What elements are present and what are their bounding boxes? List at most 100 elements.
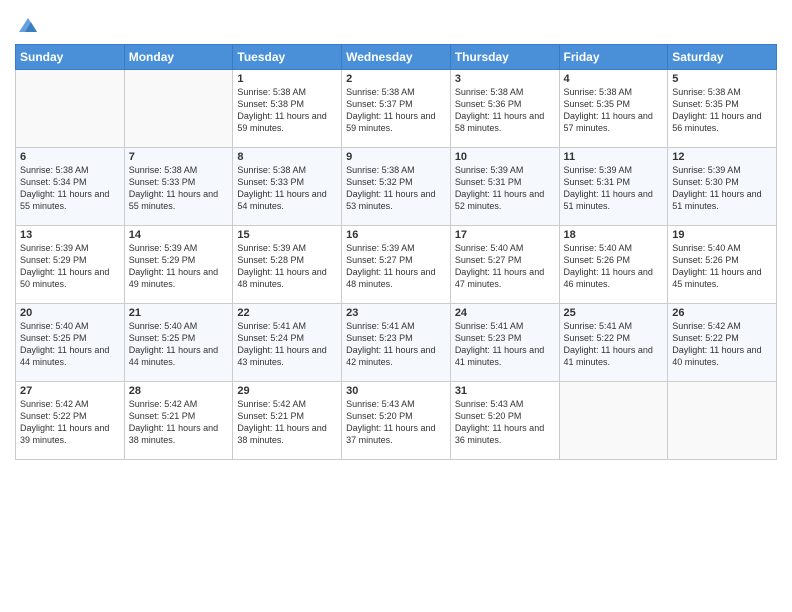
header-cell-wednesday: Wednesday [342, 45, 451, 70]
calendar-cell [16, 70, 125, 148]
header-row: SundayMondayTuesdayWednesdayThursdayFrid… [16, 45, 777, 70]
day-number: 4 [564, 73, 664, 85]
calendar-cell: 15Sunrise: 5:39 AM Sunset: 5:28 PM Dayli… [233, 226, 342, 304]
day-number: 30 [346, 385, 446, 397]
calendar-cell: 3Sunrise: 5:38 AM Sunset: 5:36 PM Daylig… [450, 70, 559, 148]
day-number: 31 [455, 385, 555, 397]
cell-info: Sunrise: 5:38 AM Sunset: 5:33 PM Dayligh… [237, 164, 337, 213]
calendar-cell: 6Sunrise: 5:38 AM Sunset: 5:34 PM Daylig… [16, 148, 125, 226]
day-number: 6 [20, 151, 120, 163]
cell-info: Sunrise: 5:41 AM Sunset: 5:22 PM Dayligh… [564, 320, 664, 369]
calendar-cell: 8Sunrise: 5:38 AM Sunset: 5:33 PM Daylig… [233, 148, 342, 226]
day-number: 26 [672, 307, 772, 319]
calendar-cell: 22Sunrise: 5:41 AM Sunset: 5:24 PM Dayli… [233, 304, 342, 382]
day-number: 7 [129, 151, 229, 163]
cell-info: Sunrise: 5:39 AM Sunset: 5:31 PM Dayligh… [564, 164, 664, 213]
day-number: 23 [346, 307, 446, 319]
week-row-5: 27Sunrise: 5:42 AM Sunset: 5:22 PM Dayli… [16, 382, 777, 460]
calendar-cell: 4Sunrise: 5:38 AM Sunset: 5:35 PM Daylig… [559, 70, 668, 148]
day-number: 11 [564, 151, 664, 163]
calendar-cell: 24Sunrise: 5:41 AM Sunset: 5:23 PM Dayli… [450, 304, 559, 382]
week-row-4: 20Sunrise: 5:40 AM Sunset: 5:25 PM Dayli… [16, 304, 777, 382]
cell-info: Sunrise: 5:41 AM Sunset: 5:24 PM Dayligh… [237, 320, 337, 369]
cell-info: Sunrise: 5:39 AM Sunset: 5:27 PM Dayligh… [346, 242, 446, 291]
cell-info: Sunrise: 5:43 AM Sunset: 5:20 PM Dayligh… [455, 398, 555, 447]
cell-info: Sunrise: 5:42 AM Sunset: 5:21 PM Dayligh… [129, 398, 229, 447]
calendar-cell: 7Sunrise: 5:38 AM Sunset: 5:33 PM Daylig… [124, 148, 233, 226]
day-number: 13 [20, 229, 120, 241]
cell-info: Sunrise: 5:38 AM Sunset: 5:37 PM Dayligh… [346, 86, 446, 135]
calendar-cell: 10Sunrise: 5:39 AM Sunset: 5:31 PM Dayli… [450, 148, 559, 226]
calendar-cell: 11Sunrise: 5:39 AM Sunset: 5:31 PM Dayli… [559, 148, 668, 226]
logo [15, 14, 39, 36]
calendar-cell: 13Sunrise: 5:39 AM Sunset: 5:29 PM Dayli… [16, 226, 125, 304]
day-number: 16 [346, 229, 446, 241]
day-number: 9 [346, 151, 446, 163]
day-number: 18 [564, 229, 664, 241]
cell-info: Sunrise: 5:39 AM Sunset: 5:29 PM Dayligh… [129, 242, 229, 291]
cell-info: Sunrise: 5:38 AM Sunset: 5:32 PM Dayligh… [346, 164, 446, 213]
cell-info: Sunrise: 5:38 AM Sunset: 5:35 PM Dayligh… [564, 86, 664, 135]
cell-info: Sunrise: 5:42 AM Sunset: 5:22 PM Dayligh… [20, 398, 120, 447]
header-cell-thursday: Thursday [450, 45, 559, 70]
cell-info: Sunrise: 5:38 AM Sunset: 5:35 PM Dayligh… [672, 86, 772, 135]
calendar-cell: 2Sunrise: 5:38 AM Sunset: 5:37 PM Daylig… [342, 70, 451, 148]
cell-info: Sunrise: 5:38 AM Sunset: 5:36 PM Dayligh… [455, 86, 555, 135]
calendar-cell: 18Sunrise: 5:40 AM Sunset: 5:26 PM Dayli… [559, 226, 668, 304]
calendar-cell: 17Sunrise: 5:40 AM Sunset: 5:27 PM Dayli… [450, 226, 559, 304]
cell-info: Sunrise: 5:39 AM Sunset: 5:29 PM Dayligh… [20, 242, 120, 291]
header-cell-monday: Monday [124, 45, 233, 70]
cell-info: Sunrise: 5:41 AM Sunset: 5:23 PM Dayligh… [346, 320, 446, 369]
day-number: 29 [237, 385, 337, 397]
calendar-cell: 28Sunrise: 5:42 AM Sunset: 5:21 PM Dayli… [124, 382, 233, 460]
calendar-cell: 29Sunrise: 5:42 AM Sunset: 5:21 PM Dayli… [233, 382, 342, 460]
cell-info: Sunrise: 5:39 AM Sunset: 5:30 PM Dayligh… [672, 164, 772, 213]
day-number: 28 [129, 385, 229, 397]
calendar-cell: 27Sunrise: 5:42 AM Sunset: 5:22 PM Dayli… [16, 382, 125, 460]
day-number: 12 [672, 151, 772, 163]
calendar-cell [124, 70, 233, 148]
header-cell-sunday: Sunday [16, 45, 125, 70]
calendar-cell: 31Sunrise: 5:43 AM Sunset: 5:20 PM Dayli… [450, 382, 559, 460]
calendar-table: SundayMondayTuesdayWednesdayThursdayFrid… [15, 44, 777, 460]
day-number: 2 [346, 73, 446, 85]
header-cell-tuesday: Tuesday [233, 45, 342, 70]
day-number: 14 [129, 229, 229, 241]
day-number: 17 [455, 229, 555, 241]
calendar-cell [559, 382, 668, 460]
logo-icon [17, 14, 39, 36]
cell-info: Sunrise: 5:40 AM Sunset: 5:25 PM Dayligh… [20, 320, 120, 369]
cell-info: Sunrise: 5:39 AM Sunset: 5:31 PM Dayligh… [455, 164, 555, 213]
cell-info: Sunrise: 5:41 AM Sunset: 5:23 PM Dayligh… [455, 320, 555, 369]
cell-info: Sunrise: 5:38 AM Sunset: 5:33 PM Dayligh… [129, 164, 229, 213]
day-number: 15 [237, 229, 337, 241]
day-number: 21 [129, 307, 229, 319]
header [15, 10, 777, 36]
cell-info: Sunrise: 5:40 AM Sunset: 5:27 PM Dayligh… [455, 242, 555, 291]
calendar-cell: 9Sunrise: 5:38 AM Sunset: 5:32 PM Daylig… [342, 148, 451, 226]
day-number: 10 [455, 151, 555, 163]
calendar-cell [668, 382, 777, 460]
day-number: 19 [672, 229, 772, 241]
day-number: 25 [564, 307, 664, 319]
day-number: 24 [455, 307, 555, 319]
calendar-cell: 30Sunrise: 5:43 AM Sunset: 5:20 PM Dayli… [342, 382, 451, 460]
cell-info: Sunrise: 5:40 AM Sunset: 5:26 PM Dayligh… [564, 242, 664, 291]
cell-info: Sunrise: 5:42 AM Sunset: 5:21 PM Dayligh… [237, 398, 337, 447]
calendar-cell: 12Sunrise: 5:39 AM Sunset: 5:30 PM Dayli… [668, 148, 777, 226]
day-number: 1 [237, 73, 337, 85]
cell-info: Sunrise: 5:40 AM Sunset: 5:25 PM Dayligh… [129, 320, 229, 369]
cell-info: Sunrise: 5:43 AM Sunset: 5:20 PM Dayligh… [346, 398, 446, 447]
week-row-1: 1Sunrise: 5:38 AM Sunset: 5:38 PM Daylig… [16, 70, 777, 148]
header-cell-friday: Friday [559, 45, 668, 70]
day-number: 22 [237, 307, 337, 319]
page: SundayMondayTuesdayWednesdayThursdayFrid… [0, 0, 792, 612]
cell-info: Sunrise: 5:38 AM Sunset: 5:38 PM Dayligh… [237, 86, 337, 135]
week-row-2: 6Sunrise: 5:38 AM Sunset: 5:34 PM Daylig… [16, 148, 777, 226]
day-number: 27 [20, 385, 120, 397]
day-number: 20 [20, 307, 120, 319]
day-number: 3 [455, 73, 555, 85]
header-cell-saturday: Saturday [668, 45, 777, 70]
calendar-cell: 23Sunrise: 5:41 AM Sunset: 5:23 PM Dayli… [342, 304, 451, 382]
week-row-3: 13Sunrise: 5:39 AM Sunset: 5:29 PM Dayli… [16, 226, 777, 304]
